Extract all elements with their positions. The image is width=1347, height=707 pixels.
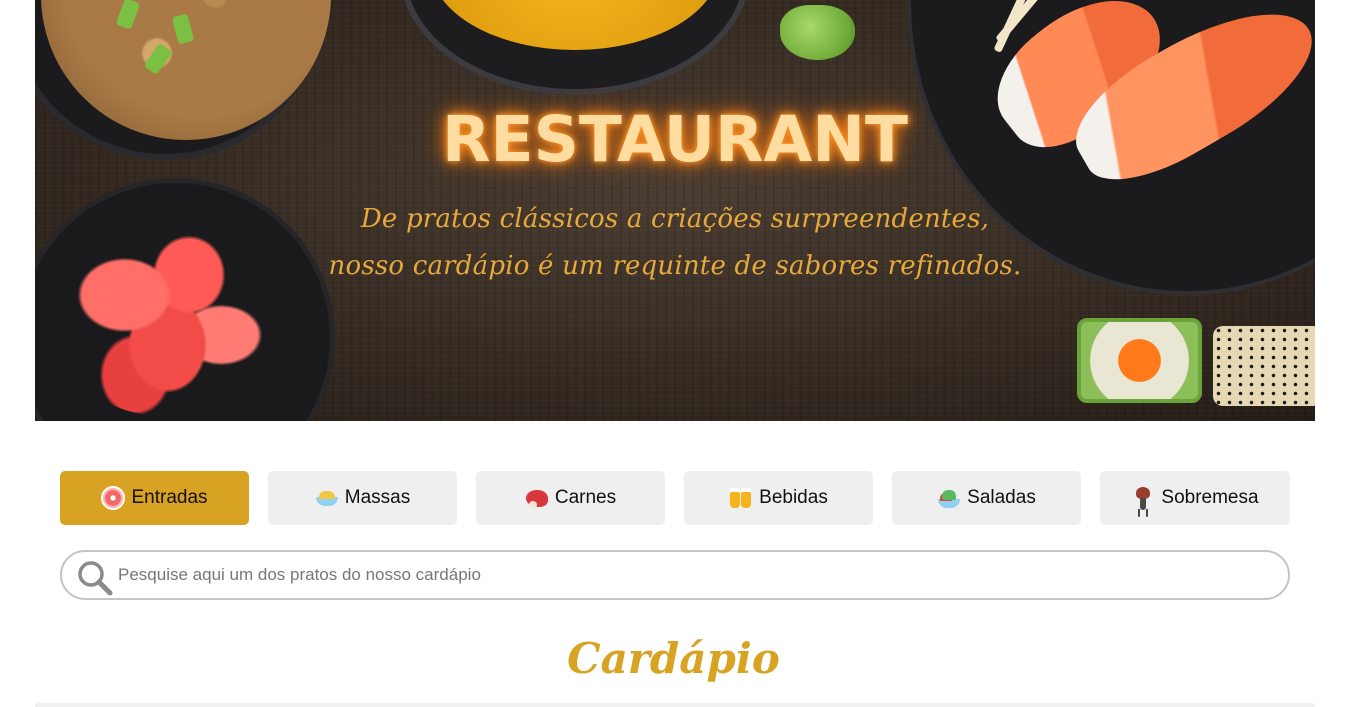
category-label: Saladas <box>967 487 1036 508</box>
hero-banner: RESTAURANT De pratos clássicos a criaçõe… <box>35 0 1315 421</box>
category-button-saladas[interactable]: Saladas <box>892 471 1081 525</box>
sushi-roll-image <box>1077 318 1202 403</box>
menu-container-edge <box>35 703 1315 707</box>
beer-mugs-icon <box>729 486 753 510</box>
pasta-icon <box>315 486 339 510</box>
wasabi-image <box>780 5 855 60</box>
category-button-entradas[interactable]: Entradas <box>60 471 249 525</box>
pickled-ginger-image <box>60 215 275 415</box>
search-input[interactable] <box>118 560 1268 590</box>
category-label: Bebidas <box>759 487 828 508</box>
category-button-massas[interactable]: Massas <box>268 471 457 525</box>
menu-section-title: Cardápio <box>567 634 780 683</box>
category-label: Sobremesa <box>1161 487 1259 508</box>
appetizer-icon <box>101 486 126 510</box>
search-icon[interactable] <box>74 557 114 597</box>
hero-subtitle: De pratos clássicos a criações surpreend… <box>328 204 1022 281</box>
search-bar <box>60 550 1290 600</box>
hero-title: RESTAURANT <box>442 103 908 176</box>
meat-icon <box>525 486 549 510</box>
category-button-carnes[interactable]: Carnes <box>476 471 665 525</box>
category-label: Entradas <box>131 487 208 508</box>
category-label: Carnes <box>554 487 617 508</box>
salad-icon <box>937 486 961 510</box>
category-button-sobremesa[interactable]: Sobremesa <box>1100 471 1290 525</box>
category-tabs: Entradas Massas Carnes Bebidas Saladas S… <box>60 471 1290 525</box>
dessert-icon <box>1131 486 1155 510</box>
category-label: Massas <box>344 487 411 508</box>
sushi-roll-image <box>1213 326 1315 406</box>
category-button-bebidas[interactable]: Bebidas <box>684 471 873 525</box>
